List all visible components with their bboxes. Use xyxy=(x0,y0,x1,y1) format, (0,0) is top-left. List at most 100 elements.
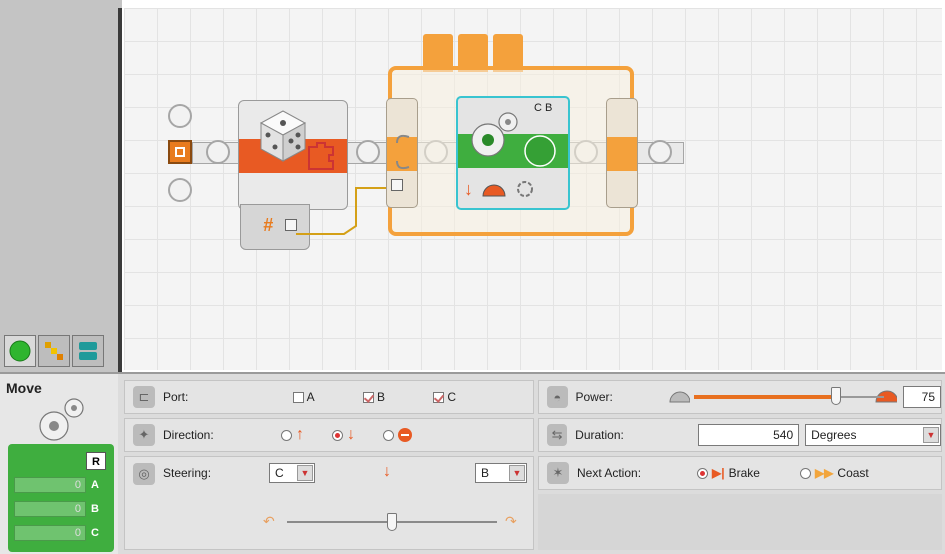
steering-row: ◎ Steering: C ▼ ↓ B ▼ ↶ ↷ xyxy=(124,456,534,550)
next-action-icon: ✶ xyxy=(547,462,569,484)
power-slider-thumb[interactable] xyxy=(831,387,842,405)
port-value: 0 xyxy=(14,501,86,517)
port-a-label: A xyxy=(306,390,315,404)
power-gauge-icon: ◓ xyxy=(547,386,568,408)
reset-button[interactable]: R xyxy=(86,452,106,470)
coast-label: Coast xyxy=(837,466,869,480)
duration-rotation-icon xyxy=(517,181,533,197)
port-c-checkbox[interactable] xyxy=(433,392,445,404)
next-action-label: Next Action: xyxy=(577,466,642,480)
direction-forward-radio[interactable] xyxy=(281,429,292,441)
duration-row: ⇆ Duration: 540 Degrees ▼ xyxy=(538,418,942,452)
common-palette-tab[interactable] xyxy=(4,335,36,367)
port-b-checkbox[interactable] xyxy=(362,392,374,404)
down-arrow-icon: ↓ xyxy=(347,426,355,443)
duration-arrows-icon: ⇆ xyxy=(547,424,568,446)
low-power-icon xyxy=(669,391,690,403)
direction-label: Direction: xyxy=(163,428,214,442)
move-gears-icon xyxy=(39,398,84,441)
port-c-option[interactable]: C xyxy=(433,390,456,404)
backward-arrow-icon: ↓ xyxy=(464,178,473,199)
port-a-checkbox[interactable] xyxy=(293,392,304,404)
port-value: 0 xyxy=(14,477,86,493)
direction-stop-radio[interactable] xyxy=(383,429,394,441)
steering-direction-arrow-icon: ↓ xyxy=(383,463,391,480)
power-input[interactable]: 75 xyxy=(903,386,941,408)
steering-slider-thumb[interactable] xyxy=(387,513,397,531)
direction-forward-option[interactable]: ↑ xyxy=(281,426,304,444)
power-gauge-icon xyxy=(482,184,506,197)
duration-input[interactable]: 540 xyxy=(697,424,800,446)
steer-left-icon: ↶ xyxy=(263,513,275,529)
chevron-down-icon[interactable]: ▼ xyxy=(297,465,313,481)
power-label: Power: xyxy=(575,390,613,404)
port-value-row: 0 C xyxy=(14,524,110,542)
coast-icon: ▶▶ xyxy=(814,466,834,480)
steering-wheel-icon: ◎ xyxy=(133,463,155,485)
steering-label: Steering: xyxy=(163,466,212,480)
chevron-down-icon[interactable]: ▼ xyxy=(922,427,939,443)
port-row: ⊏ Port: A B C xyxy=(124,380,534,414)
configuration-panel: Move R 0 A 0 B 0 C ⊏ Port: A B C ✦ Direc… xyxy=(0,372,945,554)
palette-sidebar xyxy=(0,0,122,372)
block-info: Move R 0 A 0 B 0 C xyxy=(0,374,118,554)
program-canvas[interactable]: # C B ↓ xyxy=(124,8,942,370)
steer-right-icon: ↷ xyxy=(505,513,517,529)
loop-count-plug[interactable] xyxy=(391,179,403,191)
move-block[interactable]: C B ↓ xyxy=(456,96,570,210)
power-row: ◓ Power: 75 xyxy=(538,380,942,414)
steering-left-port-value: C xyxy=(275,466,284,480)
steering-left-port-select[interactable]: C ▼ xyxy=(269,463,315,483)
complete-palette-tab[interactable] xyxy=(38,335,70,367)
sidebar-divider xyxy=(118,8,122,372)
port-b-option[interactable]: B xyxy=(362,390,386,404)
data-wire xyxy=(296,187,394,235)
direction-row: ✦ Direction: ↑ ↓ xyxy=(124,418,534,452)
gears-icon xyxy=(471,112,518,157)
direction-compass-icon: ✦ xyxy=(133,424,155,446)
move-status-icons: ↓ xyxy=(464,174,564,204)
chevron-down-icon[interactable]: ▼ xyxy=(509,465,525,481)
duration-label: Duration: xyxy=(575,428,624,442)
port-plug-icon: ⊏ xyxy=(133,386,155,408)
stop-icon xyxy=(398,428,412,442)
complete-palette-icon xyxy=(45,342,63,360)
port-label: Port: xyxy=(163,390,189,404)
port-label: B xyxy=(91,503,99,515)
port-label: C xyxy=(91,527,99,539)
move-ports-label: C B xyxy=(534,102,553,114)
loop-arrows-icon xyxy=(396,134,410,170)
port-a-option[interactable]: A xyxy=(293,390,315,404)
coast-option[interactable]: ▶▶ Coast xyxy=(799,466,869,480)
power-slider-fill xyxy=(693,395,837,399)
direction-backward-option[interactable]: ↓ xyxy=(332,426,355,444)
custom-palette-icon xyxy=(79,342,97,360)
brake-radio[interactable] xyxy=(697,467,708,479)
port-feedback-panel: R 0 A 0 B 0 C xyxy=(8,444,114,552)
power-slider[interactable] xyxy=(693,387,884,405)
duration-unit-value: Degrees xyxy=(811,428,857,442)
port-c-label: C xyxy=(447,390,457,404)
brake-icon: ▶| xyxy=(712,466,725,480)
next-action-row: ✶ Next Action: ▶| Brake ▶▶ Coast xyxy=(538,456,942,490)
panel-filler xyxy=(538,494,942,550)
direction-stop-option[interactable] xyxy=(383,428,412,442)
steering-right-port-select[interactable]: B ▼ xyxy=(475,463,527,483)
brake-label: Brake xyxy=(728,466,760,480)
brake-option[interactable]: ▶| Brake xyxy=(697,466,760,480)
port-label: A xyxy=(91,479,99,491)
port-value: 0 xyxy=(14,525,86,541)
port-b-label: B xyxy=(377,390,386,404)
palette-tabs xyxy=(0,330,118,372)
steering-right-port-value: B xyxy=(481,466,490,480)
port-value-row: 0 A xyxy=(14,476,110,494)
coast-radio[interactable] xyxy=(799,467,811,479)
duration-unit-select[interactable]: Degrees ▼ xyxy=(805,424,941,446)
green-circle-icon xyxy=(9,340,31,362)
direction-backward-radio[interactable] xyxy=(332,429,343,441)
loop-end-post xyxy=(606,98,638,208)
up-arrow-icon: ↑ xyxy=(296,426,304,443)
custom-palette-tab[interactable] xyxy=(72,335,104,367)
motor-icon xyxy=(524,135,556,167)
port-value-row: 0 B xyxy=(14,500,110,518)
